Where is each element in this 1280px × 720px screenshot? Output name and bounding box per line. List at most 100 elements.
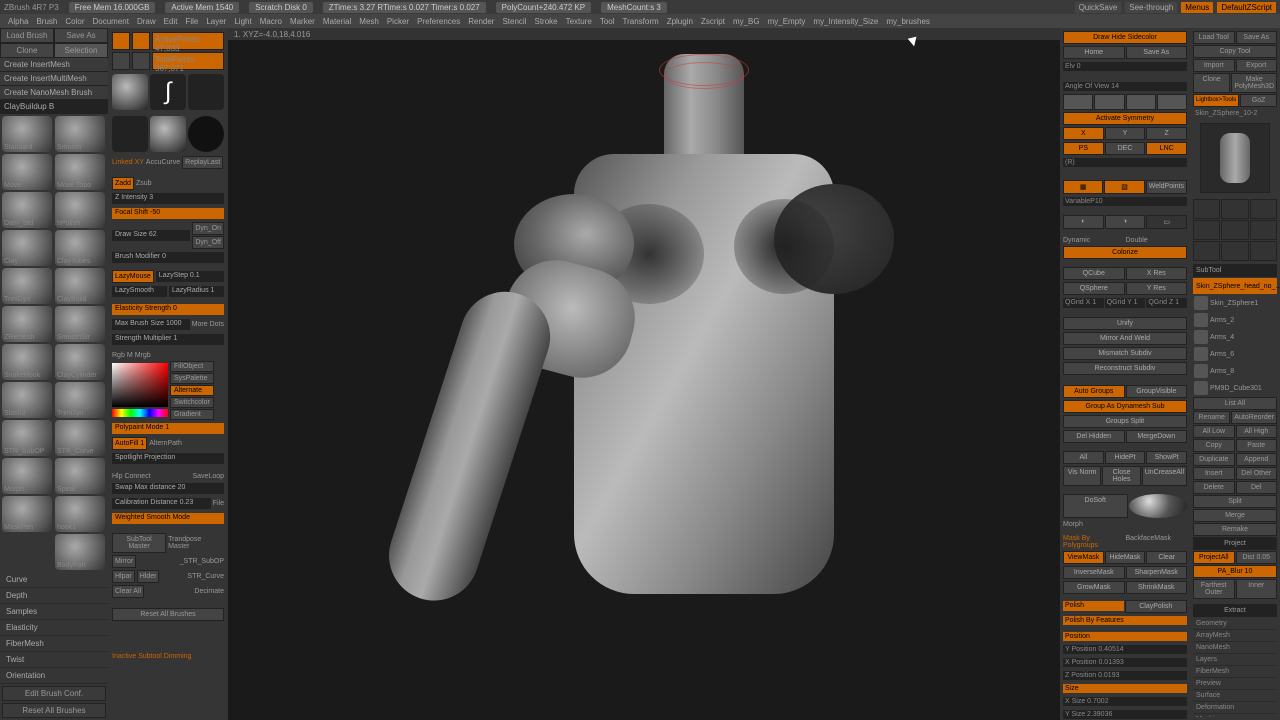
alternate-button[interactable]: Alternate xyxy=(170,385,214,396)
sym-y[interactable]: Y xyxy=(1105,127,1146,140)
menu-picker[interactable]: Picker xyxy=(387,17,409,26)
brush-smooth[interactable] xyxy=(55,116,105,152)
hlpar-button[interactable]: Hlpar xyxy=(112,570,135,583)
menu-transform[interactable]: Transform xyxy=(623,17,659,26)
pablur-slider[interactable]: PA_Blur 10 xyxy=(1193,565,1277,578)
groupvisible-button[interactable]: GroupVisible xyxy=(1126,385,1188,398)
sym-z[interactable]: Z xyxy=(1146,127,1187,140)
lazyradius-slider[interactable]: LazyRadius 1 xyxy=(169,286,224,297)
section-surface2[interactable]: Surface xyxy=(1193,690,1277,702)
uncreaseall-button[interactable]: UnCreaseAll xyxy=(1142,466,1187,486)
render-icon-1[interactable]: ◐ xyxy=(1063,215,1104,229)
mrgb-label[interactable]: Mrgb xyxy=(135,352,151,359)
cam-icon-3[interactable] xyxy=(1126,94,1156,110)
menu-custom-empty[interactable]: my_Empty xyxy=(768,17,806,26)
paste-button[interactable]: Paste xyxy=(1236,439,1278,452)
trandpose[interactable]: Trandpose Master xyxy=(168,536,224,550)
farthest-button[interactable]: Farthest Outer xyxy=(1193,579,1235,599)
alpha-preview[interactable] xyxy=(188,74,224,110)
delete-button[interactable]: Delete xyxy=(1193,481,1235,494)
calibration-slider[interactable]: Calibration Distance 0.23 xyxy=(112,498,211,509)
menu-custom-brushes[interactable]: my_brushes xyxy=(886,17,930,26)
menu-draw[interactable]: Draw xyxy=(137,17,156,26)
stroke-preview[interactable]: ∫ xyxy=(150,74,186,110)
section-samples[interactable]: Samples xyxy=(0,604,108,620)
brush-trimdynamic[interactable] xyxy=(2,268,52,304)
groups-split-button[interactable]: Groups Split xyxy=(1063,415,1187,428)
polish-slider[interactable]: Polish xyxy=(1063,601,1124,611)
lazystep-slider[interactable]: LazyStep 0.1 xyxy=(156,271,224,282)
reset-all-brushes-button[interactable]: Reset All Brushes xyxy=(2,703,106,718)
subtoolmaster-button[interactable]: SubTool Master xyxy=(112,533,166,553)
brush-move[interactable] xyxy=(2,154,52,190)
copytool-button[interactable]: Copy Tool xyxy=(1193,45,1277,58)
menu-custom-bg[interactable]: my_BG xyxy=(733,17,760,26)
sym-x[interactable]: X xyxy=(1063,127,1104,140)
del-hidden-button[interactable]: Del Hidden xyxy=(1063,430,1125,443)
rgb-label[interactable]: Rgb xyxy=(112,352,125,359)
xpos-slider[interactable]: X Position 0.01393 xyxy=(1063,658,1187,667)
render-icon-3[interactable]: ▭ xyxy=(1146,215,1187,229)
clear-all-button[interactable]: Clear All xyxy=(112,585,144,598)
spotlight-slider[interactable]: Spotlight Projection xyxy=(112,453,224,464)
sharpenmask-button[interactable]: SharpenMask xyxy=(1126,566,1188,579)
autoreorder-button[interactable]: AutoReorder xyxy=(1231,411,1277,424)
qsphere-button[interactable]: QSphere xyxy=(1063,282,1125,295)
reset-brushes-button[interactable]: Reset All Brushes xyxy=(112,608,224,621)
brush-claybuildup[interactable] xyxy=(55,268,105,304)
qgridy-slider[interactable]: QGrid Y 1 xyxy=(1105,298,1146,308)
hidemask-button[interactable]: HideMask xyxy=(1105,551,1146,564)
section-twist[interactable]: Twist xyxy=(0,652,108,668)
menu-tool[interactable]: Tool xyxy=(600,17,615,26)
menu-material[interactable]: Material xyxy=(323,17,351,26)
copy-button[interactable]: Copy xyxy=(1193,439,1235,452)
section-masking[interactable]: Masking xyxy=(1193,714,1277,717)
tool-icon-7[interactable] xyxy=(1193,241,1220,261)
menu-layer[interactable]: Layer xyxy=(206,17,226,26)
ysize-slider[interactable]: Y Size 2.39036 xyxy=(1063,710,1187,719)
str-curve[interactable]: STR_Curve xyxy=(187,573,224,580)
subtool-item-4[interactable]: Arms_6 xyxy=(1210,351,1234,358)
autogroups-button[interactable]: Auto Groups xyxy=(1063,385,1125,398)
quicksave-button[interactable]: QuickSave xyxy=(1075,2,1122,13)
create-nanomesh-button[interactable]: Create NanoMesh Brush xyxy=(0,86,108,100)
tool-icon-4[interactable] xyxy=(1193,220,1220,240)
brush-hpolish[interactable] xyxy=(55,192,105,228)
seethrough-button[interactable]: See-through xyxy=(1125,2,1177,13)
color-preview[interactable] xyxy=(188,116,224,152)
decimate[interactable]: Decimate xyxy=(194,588,224,595)
dyn-on-button[interactable]: Dyn_On xyxy=(192,222,224,235)
menu-marker[interactable]: Marker xyxy=(290,17,315,26)
section-fibermesh2[interactable]: FiberMesh xyxy=(1193,666,1277,678)
mode-b-icon[interactable]: ▧ xyxy=(1104,180,1144,194)
defaultscript-button[interactable]: DefaultZScript xyxy=(1217,2,1276,13)
listall-button[interactable]: List All xyxy=(1193,397,1277,410)
split-button[interactable]: Split xyxy=(1193,495,1277,508)
all-button[interactable]: All xyxy=(1063,451,1104,464)
section-curve[interactable]: Curve xyxy=(0,572,108,588)
section-depth[interactable]: Depth xyxy=(0,588,108,604)
focal-slider[interactable]: Focal Shift -50 xyxy=(112,208,224,219)
file-icon[interactable]: File xyxy=(213,500,224,507)
mode-icon-2[interactable] xyxy=(132,32,150,50)
mode-icon-3[interactable] xyxy=(112,52,130,70)
accucurve-button[interactable]: AccuCurve xyxy=(146,159,180,166)
switchcolor-button[interactable]: Switchcolor xyxy=(170,397,214,408)
delother-button[interactable]: Del Other xyxy=(1236,467,1278,480)
aov-slider[interactable]: Angle Of View 14 xyxy=(1063,82,1187,91)
morph-sphere[interactable] xyxy=(1129,494,1188,518)
menus-button[interactable]: Menus xyxy=(1181,2,1213,13)
home-button[interactable]: Home xyxy=(1063,46,1125,59)
mergedown-button[interactable]: MergeDown xyxy=(1126,430,1188,443)
dec-button[interactable]: DEC xyxy=(1105,142,1146,155)
colorize-button[interactable]: Colorize xyxy=(1063,246,1187,259)
insert-button[interactable]: Insert xyxy=(1193,467,1235,480)
weighted-button[interactable]: Weighted Smooth Mode xyxy=(112,513,224,524)
xsize-slider[interactable]: X Size 0.7002 xyxy=(1063,697,1187,706)
hidept-button[interactable]: HidePt xyxy=(1105,451,1146,464)
brush-morph[interactable] xyxy=(2,458,52,494)
section-geometry[interactable]: Geometry xyxy=(1193,618,1277,630)
unify-button[interactable]: Unify xyxy=(1063,317,1187,330)
extract-button[interactable]: Extract xyxy=(1193,604,1277,617)
tool-icon-3[interactable] xyxy=(1250,199,1277,219)
